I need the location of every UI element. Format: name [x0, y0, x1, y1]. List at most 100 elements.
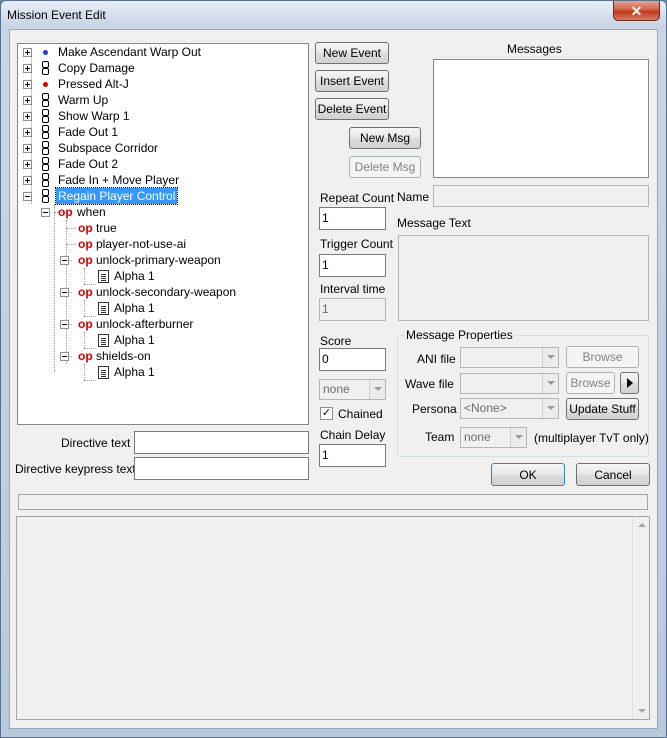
- window-title: Mission Event Edit: [7, 8, 106, 22]
- collapse-minus-icon[interactable]: [60, 288, 69, 297]
- chevron-down-icon: [542, 374, 558, 393]
- new-msg-button[interactable]: New Msg: [349, 127, 421, 149]
- scroll-down-icon[interactable]: [638, 709, 646, 713]
- operator-label: unlock-primary-weapon: [96, 253, 221, 267]
- delete-event-button[interactable]: Delete Event: [315, 98, 389, 120]
- chain-delay-label: Chain Delay: [320, 428, 386, 442]
- event-label-selected: Regain Player Control: [54, 187, 179, 205]
- wave-file-select[interactable]: [460, 373, 559, 394]
- expand-plus-icon[interactable]: [23, 64, 32, 73]
- operator-icon: op: [78, 221, 93, 235]
- operator-icon: op: [58, 205, 73, 219]
- expand-plus-icon[interactable]: [23, 96, 32, 105]
- collapse-minus-icon[interactable]: [23, 192, 32, 201]
- red-dot-icon: [43, 82, 48, 87]
- browse-wave-button[interactable]: Browse: [566, 372, 615, 394]
- operator-label: unlock-afterburner: [96, 317, 194, 331]
- chain-icon: [42, 141, 49, 155]
- browse-ani-button[interactable]: Browse: [566, 346, 639, 368]
- chevron-down-icon: [369, 380, 385, 399]
- chain-delay-input[interactable]: 1: [319, 444, 386, 467]
- event-label: Warm Up: [58, 93, 109, 107]
- event-label: Fade Out 1: [58, 125, 119, 139]
- operator-label: when: [77, 205, 106, 219]
- expand-plus-icon[interactable]: [23, 48, 32, 57]
- collapse-minus-icon[interactable]: [60, 256, 69, 265]
- repeat-count-input[interactable]: 1: [319, 207, 386, 230]
- close-button[interactable]: ✕: [613, 1, 660, 21]
- document-icon: [98, 366, 109, 379]
- message-text-area[interactable]: [398, 235, 649, 321]
- chevron-down-icon: [542, 399, 558, 418]
- update-stuff-button[interactable]: Update Stuff: [566, 398, 639, 420]
- event-label: Fade Out 2: [58, 157, 119, 171]
- team-select[interactable]: none: [319, 379, 386, 400]
- chain-icon: [42, 173, 49, 187]
- document-icon: [98, 334, 109, 347]
- cancel-button[interactable]: Cancel: [576, 463, 650, 486]
- event-tree[interactable]: Make Ascendant Warp Out Copy Damage Pres…: [17, 43, 309, 425]
- persona-select[interactable]: <None>: [460, 398, 559, 419]
- message-team-select[interactable]: none: [460, 427, 527, 448]
- status-bar: [18, 494, 648, 510]
- score-input[interactable]: 0: [319, 348, 386, 371]
- chained-checkbox[interactable]: ✓: [320, 407, 333, 420]
- play-wave-button[interactable]: [620, 372, 639, 394]
- directive-text-label: Directive text: [61, 436, 131, 450]
- directive-text-input[interactable]: [134, 431, 309, 454]
- operator-icon: op: [78, 317, 93, 331]
- insert-event-button[interactable]: Insert Event: [315, 70, 389, 92]
- event-label: Copy Damage: [58, 61, 135, 75]
- title-bar[interactable]: Mission Event Edit ✕: [1, 1, 666, 28]
- operator-icon: op: [78, 349, 93, 363]
- interval-time-input[interactable]: 1: [319, 298, 386, 321]
- operator-label: unlock-secondary-weapon: [96, 285, 237, 299]
- trigger-count-label: Trigger Count: [320, 237, 393, 251]
- messages-list[interactable]: [433, 59, 649, 178]
- repeat-count-label: Repeat Count: [320, 191, 395, 205]
- ani-file-select[interactable]: [460, 347, 559, 368]
- trigger-count-input[interactable]: 1: [319, 254, 386, 277]
- argument-label: Alpha 1: [114, 333, 155, 347]
- collapse-minus-icon[interactable]: [60, 352, 69, 361]
- message-name-input[interactable]: [433, 185, 649, 207]
- chain-icon: [42, 189, 49, 203]
- help-text-box[interactable]: [16, 516, 650, 720]
- operator-icon: op: [78, 253, 93, 267]
- argument-label: Alpha 1: [114, 269, 155, 283]
- tree-line: [84, 364, 85, 380]
- delete-msg-button[interactable]: Delete Msg: [349, 156, 421, 178]
- expand-plus-icon[interactable]: [23, 144, 32, 153]
- collapse-minus-icon[interactable]: [60, 320, 69, 329]
- team-select-value: none: [323, 382, 350, 396]
- event-label: Make Ascendant Warp Out: [58, 45, 201, 59]
- document-icon: [98, 270, 109, 283]
- directive-keypress-input[interactable]: [134, 457, 309, 480]
- new-event-button[interactable]: New Event: [315, 42, 389, 64]
- expand-plus-icon[interactable]: [23, 80, 32, 89]
- chained-label: Chained: [338, 407, 383, 421]
- event-label: Fade In + Move Player: [58, 173, 180, 187]
- expand-plus-icon[interactable]: [23, 160, 32, 169]
- team-label: Team: [425, 430, 455, 444]
- collapse-minus-icon[interactable]: [41, 208, 50, 217]
- dialog-client-area: Make Ascendant Warp Out Copy Damage Pres…: [9, 29, 658, 729]
- scroll-up-icon[interactable]: [638, 523, 646, 527]
- directive-keypress-label: Directive keypress text: [15, 462, 136, 476]
- chain-icon: [42, 61, 49, 75]
- tree-line: [84, 380, 96, 381]
- ok-button[interactable]: OK: [491, 463, 565, 486]
- team-note: (multiplayer TvT only): [534, 431, 649, 445]
- tree-line: [66, 228, 76, 229]
- expand-plus-icon[interactable]: [23, 112, 32, 121]
- chain-icon: [42, 93, 49, 107]
- scrollbar[interactable]: [632, 517, 649, 719]
- expand-plus-icon[interactable]: [23, 128, 32, 137]
- persona-label: Persona: [412, 402, 457, 416]
- operator-icon: op: [78, 285, 93, 299]
- expand-plus-icon[interactable]: [23, 176, 32, 185]
- operator-label: shields-on: [96, 349, 151, 363]
- mission-event-edit-window: Mission Event Edit ✕ Make Ascendant Warp…: [0, 0, 667, 738]
- operator-icon: op: [78, 237, 93, 251]
- document-icon: [98, 302, 109, 315]
